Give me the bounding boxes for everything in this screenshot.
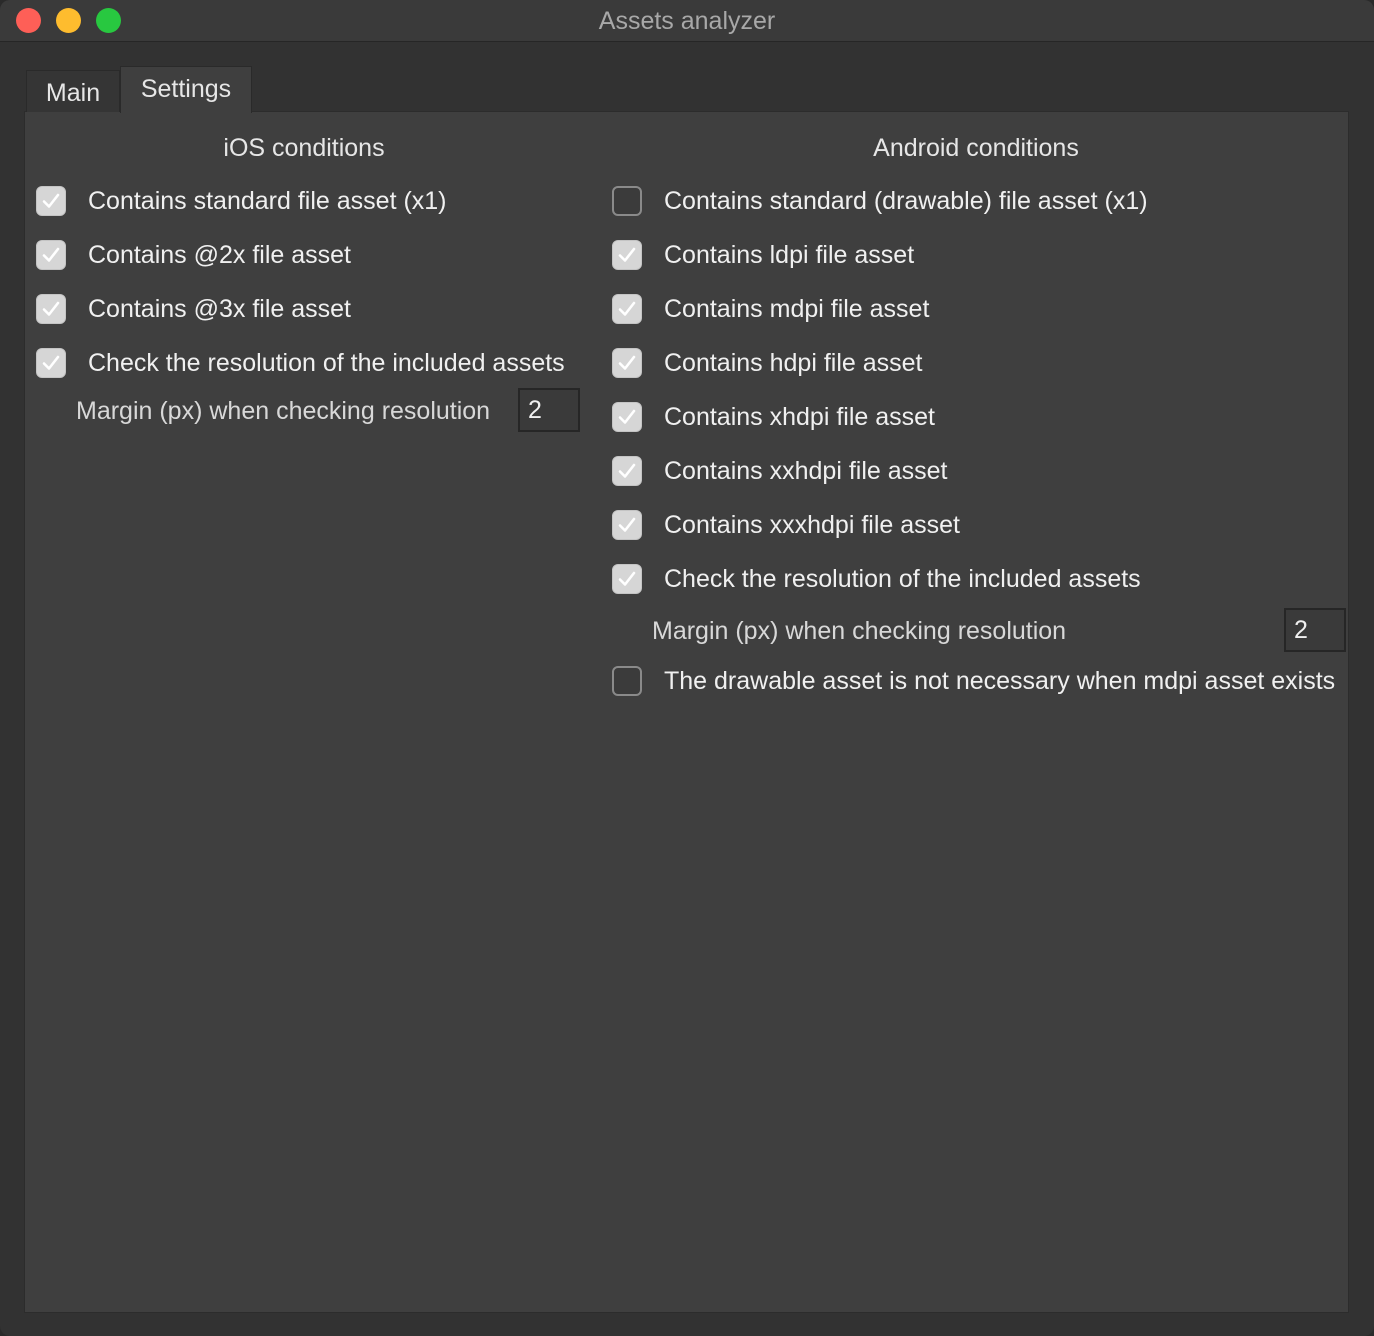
checkbox-checked[interactable]	[612, 564, 642, 594]
checkmark-icon	[618, 463, 636, 478]
option-label: Contains xxxhdpi file asset	[664, 510, 960, 539]
android-option-hdpi[interactable]: Contains hdpi file asset	[612, 346, 922, 380]
checkbox-checked[interactable]	[36, 294, 66, 324]
option-label: Contains mdpi file asset	[664, 294, 930, 323]
checkbox-checked[interactable]	[36, 348, 66, 378]
checkbox-checked[interactable]	[612, 294, 642, 324]
android-option-drawable-not-necessary[interactable]: The drawable asset is not necessary when…	[612, 664, 1335, 698]
checkbox-checked[interactable]	[612, 402, 642, 432]
ios-margin-input[interactable]: 2	[518, 388, 580, 432]
checkmark-icon	[618, 247, 636, 262]
android-option-xxxhdpi[interactable]: Contains xxxhdpi file asset	[612, 508, 960, 542]
checkmark-icon	[42, 355, 60, 370]
android-margin-input[interactable]: 2	[1284, 608, 1346, 652]
ios-margin-label: Margin (px) when checking resolution	[76, 397, 491, 425]
checkbox-checked[interactable]	[612, 510, 642, 540]
android-option-xhdpi[interactable]: Contains xhdpi file asset	[612, 400, 935, 434]
option-label: Contains hdpi file asset	[664, 348, 923, 377]
app-window: Assets analyzer Main Settings iOS condit…	[0, 0, 1374, 1336]
ios-conditions-heading: iOS conditions	[223, 134, 385, 162]
option-label: Contains xxhdpi file asset	[664, 456, 948, 485]
android-option-mdpi[interactable]: Contains mdpi file asset	[612, 292, 929, 326]
checkmark-icon	[618, 301, 636, 316]
checkbox-unchecked[interactable]	[612, 186, 642, 216]
checkmark-icon	[618, 517, 636, 532]
option-label: Contains @3x file asset	[88, 294, 352, 323]
option-label: Contains xhdpi file asset	[664, 402, 935, 431]
android-conditions-heading: Android conditions	[873, 134, 1079, 162]
ios-option-check-resolution[interactable]: Check the resolution of the included ass…	[36, 346, 565, 380]
android-option-check-resolution[interactable]: Check the resolution of the included ass…	[612, 562, 1141, 596]
android-option-drawable[interactable]: Contains standard (drawable) file asset …	[612, 184, 1148, 218]
ios-option-x1[interactable]: Contains standard file asset (x1)	[36, 184, 447, 218]
checkbox-checked[interactable]	[612, 240, 642, 270]
android-option-ldpi[interactable]: Contains ldpi file asset	[612, 238, 914, 272]
checkbox-checked[interactable]	[36, 240, 66, 270]
checkbox-checked[interactable]	[612, 348, 642, 378]
checkmark-icon	[42, 193, 60, 208]
title-bar: Assets analyzer	[0, 0, 1374, 42]
option-label: Contains @2x file asset	[88, 240, 352, 269]
window-title: Assets analyzer	[598, 7, 776, 35]
checkbox-checked[interactable]	[36, 186, 66, 216]
checkmark-icon	[42, 301, 60, 316]
checkbox-unchecked[interactable]	[612, 666, 642, 696]
android-option-xxhdpi[interactable]: Contains xxhdpi file asset	[612, 454, 947, 488]
option-label: The drawable asset is not necessary when…	[664, 666, 1336, 695]
checkmark-icon	[42, 247, 60, 262]
option-label: Check the resolution of the included ass…	[664, 564, 1141, 593]
checkmark-icon	[618, 571, 636, 586]
option-label: Contains standard (drawable) file asset …	[664, 186, 1148, 215]
checkmark-icon	[618, 355, 636, 370]
tab-main[interactable]: Main	[26, 70, 120, 112]
option-label: Check the resolution of the included ass…	[88, 348, 565, 377]
checkbox-checked[interactable]	[612, 456, 642, 486]
checkmark-icon	[618, 409, 636, 424]
option-label: Contains standard file asset (x1)	[88, 186, 447, 215]
option-label: Contains ldpi file asset	[664, 240, 915, 269]
tab-settings[interactable]: Settings	[120, 66, 252, 113]
ios-option-2x[interactable]: Contains @2x file asset	[36, 238, 351, 272]
ios-option-3x[interactable]: Contains @3x file asset	[36, 292, 351, 326]
android-margin-label: Margin (px) when checking resolution	[652, 617, 1067, 645]
